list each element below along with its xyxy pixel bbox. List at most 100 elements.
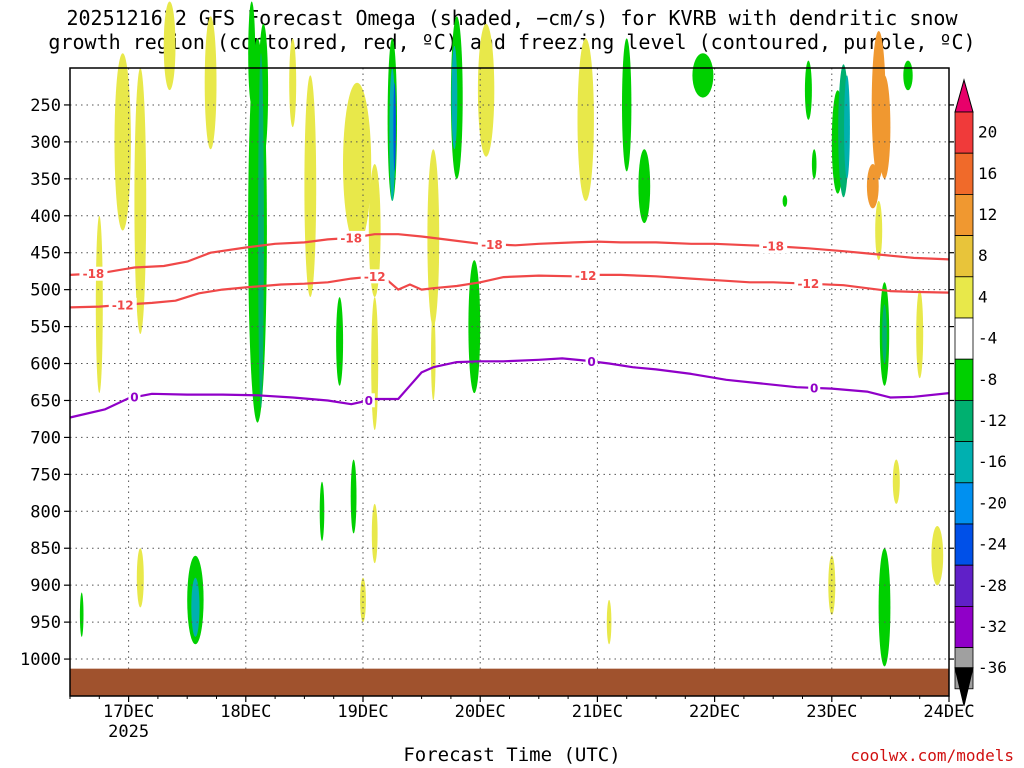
y-tick-label: 650 bbox=[30, 391, 61, 411]
y-tick-label: 550 bbox=[30, 318, 61, 338]
colorbar-swatch bbox=[954, 523, 974, 566]
omega-blob bbox=[692, 53, 714, 98]
x-axis: 17DEC2025 18DEC 19DEC 20DEC 21DEC 22DEC 23DEC 2… bbox=[69, 696, 975, 742]
colorbar-label: -4 bbox=[978, 329, 997, 348]
colorbar-swatch bbox=[954, 235, 974, 278]
colorbar-label: -12 bbox=[978, 411, 1007, 430]
colorbar-swatch bbox=[954, 111, 974, 154]
colorbar-swatch bbox=[954, 317, 974, 360]
omega-blob bbox=[431, 311, 436, 401]
contour-label: -12 bbox=[575, 269, 597, 283]
y-tick-label: 500 bbox=[30, 281, 61, 301]
omega-blob bbox=[916, 289, 924, 379]
omega-blob bbox=[903, 60, 913, 91]
x-tick-label: 22DEC bbox=[689, 702, 740, 722]
x-tick-label: 18DEC bbox=[220, 702, 271, 722]
omega-blob bbox=[866, 164, 879, 209]
y-tick-label: 450 bbox=[30, 244, 61, 264]
y-tick-label: 800 bbox=[30, 502, 61, 522]
omega-blob bbox=[95, 215, 103, 394]
x-tick-label: 21DEC bbox=[572, 702, 623, 722]
contour-label: 0 bbox=[130, 391, 138, 405]
colorbar-swatch bbox=[954, 564, 974, 607]
omega-blob bbox=[304, 75, 317, 297]
colorbar: 20 16 12 8 4 -4 -8 -12 -16 -20 -24 -28 -32 -36 bbox=[954, 78, 1007, 706]
omega-blob bbox=[892, 459, 900, 504]
contour-label: 0 bbox=[365, 394, 373, 408]
credit-text: coolwx.com/models bbox=[850, 746, 1014, 765]
x-tick-sublabel: 2025 bbox=[108, 722, 149, 742]
colorbar-label: -28 bbox=[978, 576, 1007, 595]
contour-label: -18 bbox=[83, 267, 105, 281]
omega-blob bbox=[577, 38, 594, 201]
contour-label: -12 bbox=[364, 270, 386, 284]
colorbar-label: -36 bbox=[978, 658, 1007, 677]
y-tick-label: 1000 bbox=[20, 650, 61, 670]
colorbar-swatch bbox=[954, 441, 974, 484]
omega-blob bbox=[931, 526, 944, 586]
colorbar-label: 16 bbox=[978, 164, 997, 183]
colorbar-label: 8 bbox=[978, 246, 988, 265]
colorbar-label: 20 bbox=[978, 123, 997, 142]
omega-blob bbox=[134, 68, 147, 334]
omega-blob bbox=[371, 503, 378, 564]
colorbar-swatch bbox=[954, 276, 974, 319]
omega-blob bbox=[79, 592, 84, 637]
colorbar-top-arrow bbox=[954, 78, 974, 113]
contour-label: -18 bbox=[481, 238, 503, 252]
colorbar-swatch bbox=[954, 358, 974, 401]
y-tick-label: 600 bbox=[30, 355, 61, 375]
colorbar-label: -20 bbox=[978, 493, 1007, 512]
omega-blob bbox=[451, 45, 458, 150]
colorbar-label: 12 bbox=[978, 205, 997, 224]
colorbar-label: -24 bbox=[978, 535, 1007, 554]
contour-label: -12 bbox=[798, 277, 820, 291]
omega-blob bbox=[393, 82, 396, 172]
y-tick-label: 900 bbox=[30, 576, 61, 596]
y-tick-label: 750 bbox=[30, 465, 61, 485]
x-tick-label: 17DEC bbox=[103, 702, 154, 722]
omega-blob bbox=[804, 60, 812, 120]
omega-blob bbox=[289, 38, 297, 128]
omega-blob bbox=[844, 75, 850, 179]
omega-blob bbox=[248, 38, 267, 423]
y-tick-label: 400 bbox=[30, 207, 61, 227]
y-tick-label: 850 bbox=[30, 539, 61, 559]
colorbar-label: -8 bbox=[978, 370, 997, 389]
y-tick-label: 700 bbox=[30, 428, 61, 448]
x-tick-label: 23DEC bbox=[806, 702, 857, 722]
omega-blob bbox=[878, 75, 891, 179]
ground-band bbox=[70, 668, 949, 696]
omega-blob bbox=[882, 304, 887, 364]
ground-surface bbox=[70, 668, 949, 696]
omega-blob bbox=[163, 1, 176, 91]
omega-blob bbox=[360, 577, 366, 623]
contour-label: -18 bbox=[340, 231, 362, 245]
contour-label: -18 bbox=[762, 240, 784, 254]
omega-blob bbox=[191, 577, 200, 637]
omega-blob bbox=[811, 149, 817, 179]
colorbar-swatch bbox=[954, 606, 974, 649]
x-tick-label: 24DEC bbox=[923, 702, 974, 722]
omega-blob bbox=[782, 195, 788, 207]
contour-label: 0 bbox=[587, 355, 595, 369]
y-tick-label: 300 bbox=[30, 133, 61, 153]
contour-label: -12 bbox=[112, 298, 134, 312]
contour-label: 0 bbox=[810, 381, 818, 395]
omega-blob bbox=[136, 548, 144, 608]
colorbar-label: -16 bbox=[978, 452, 1007, 471]
x-tick-label: 20DEC bbox=[455, 702, 506, 722]
x-tick-label: 19DEC bbox=[337, 702, 388, 722]
omega-blob bbox=[204, 16, 217, 150]
omega-blob bbox=[258, 53, 264, 408]
omega-blob bbox=[336, 297, 344, 386]
colorbar-swatch bbox=[954, 399, 974, 442]
omega-blob bbox=[638, 149, 651, 224]
colorbar-label: -32 bbox=[978, 617, 1007, 636]
chart-canvas: -18 -18 -18 -18 -12 -12 -12 -12 0 0 0 0 250 300 350 40… bbox=[20, 1, 1007, 742]
y-tick-label: 950 bbox=[30, 613, 61, 633]
colorbar-swatch bbox=[954, 152, 974, 195]
omega-blob bbox=[371, 297, 379, 430]
colorbar-label: 4 bbox=[978, 287, 988, 306]
y-tick-label: 350 bbox=[30, 170, 61, 190]
